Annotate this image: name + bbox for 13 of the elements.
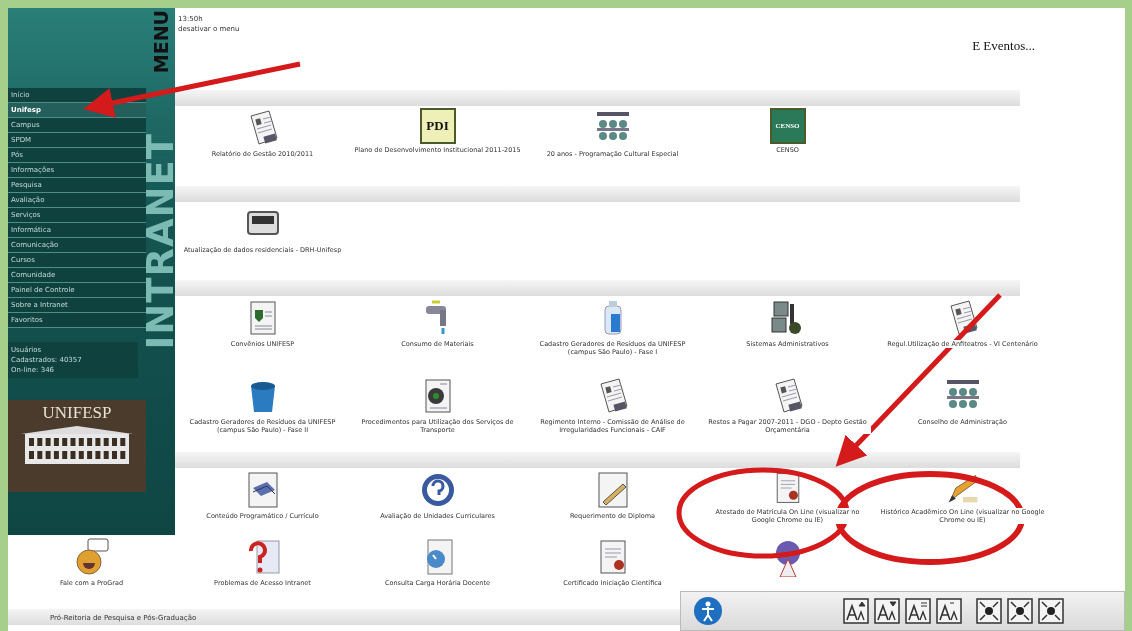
- menu-label: MENU: [148, 10, 173, 74]
- contrast-button[interactable]: [976, 598, 1002, 624]
- font-size-button[interactable]: [936, 598, 962, 624]
- font-increase-button[interactable]: [843, 598, 869, 624]
- accessibility-button[interactable]: [693, 596, 723, 626]
- contrast-button[interactable]: [1038, 598, 1064, 624]
- logo-icon: PDI: [419, 108, 456, 144]
- logo-title: UNIFESP: [42, 404, 112, 422]
- events-title: E Eventos...: [972, 37, 1035, 55]
- font-decrease-button[interactable]: [874, 598, 900, 624]
- contrast-button[interactable]: [1007, 598, 1033, 624]
- brand-title: INTRANET: [145, 133, 176, 350]
- font-reset-button[interactable]: [905, 598, 931, 624]
